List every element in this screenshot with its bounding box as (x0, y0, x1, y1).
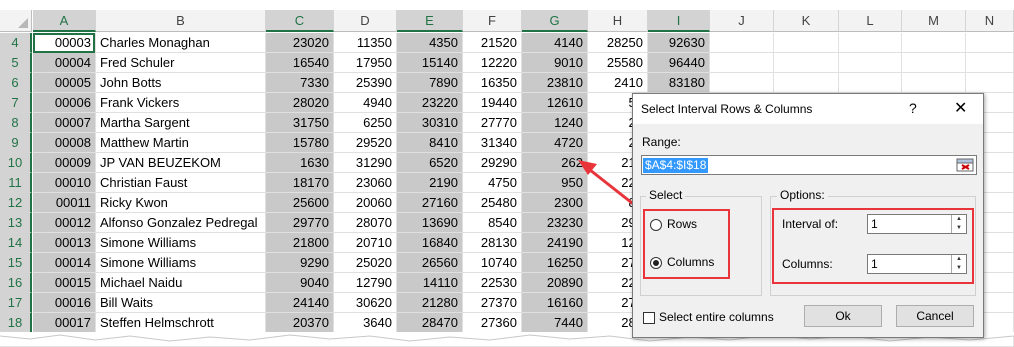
range-input[interactable]: $A$4:$I$18 (641, 155, 977, 175)
highlight-select-box (643, 209, 730, 279)
dialog-titlebar: Select Interval Rows & Columns ? ✕ (633, 94, 983, 124)
highlight-options-box (772, 208, 974, 284)
dialog-title: Select Interval Rows & Columns (641, 102, 813, 116)
cancel-button[interactable]: Cancel (896, 305, 974, 327)
entire-columns-checkbox[interactable] (643, 312, 655, 324)
range-value: $A$4:$I$18 (643, 158, 709, 173)
ok-button[interactable]: Ok (804, 305, 882, 327)
close-icon[interactable]: ✕ (954, 98, 967, 118)
options-group-title: Options: (777, 188, 828, 202)
entire-columns-label[interactable]: Select entire columns (659, 310, 774, 324)
select-group-title: Select (646, 188, 686, 202)
range-select-icon[interactable] (956, 157, 974, 173)
help-icon[interactable]: ? (909, 100, 917, 116)
interval-dialog: Select Interval Rows & Columns ? ✕ Range… (632, 93, 984, 338)
range-label: Range: (642, 135, 681, 149)
